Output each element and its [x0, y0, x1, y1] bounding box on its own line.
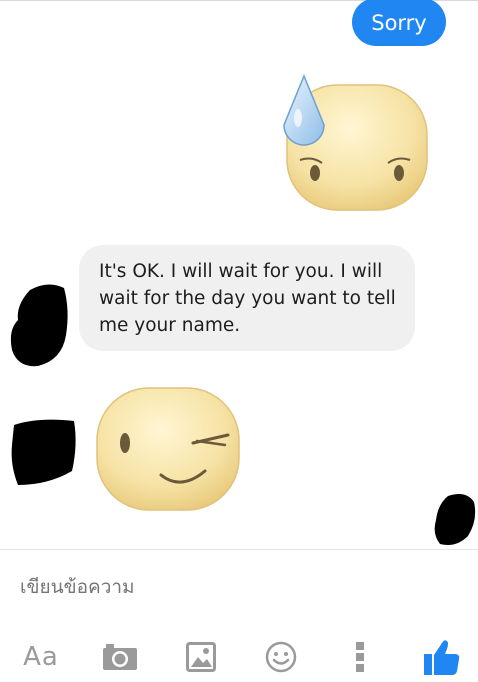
sweat-drop-sticker[interactable]: [280, 70, 430, 215]
incoming-message-text: It's OK. I will wait for you. I will wai…: [99, 261, 396, 336]
gallery-button[interactable]: [176, 632, 226, 682]
emoji-button[interactable]: [256, 632, 306, 682]
redacted-avatar: [11, 419, 76, 485]
camera-icon: [103, 644, 137, 670]
redacted-avatar: [10, 284, 68, 367]
image-icon: [186, 642, 216, 672]
more-options-button[interactable]: [340, 632, 380, 682]
message-input[interactable]: [20, 572, 420, 602]
more-icon: [356, 642, 364, 672]
text-mode-label: Aa: [23, 642, 59, 672]
composer-toolbar: Aa: [0, 632, 478, 682]
camera-button[interactable]: [95, 632, 145, 682]
text-mode-button[interactable]: Aa: [14, 632, 68, 682]
emoji-icon: [265, 641, 297, 673]
composer-divider: [0, 549, 478, 550]
thumbs-up-icon: [424, 640, 460, 675]
wink-sticker[interactable]: [93, 383, 243, 513]
outgoing-message-bubble[interactable]: Sorry: [352, 0, 446, 46]
like-button[interactable]: [414, 632, 470, 682]
redacted-avatar: [434, 494, 476, 545]
incoming-message-bubble[interactable]: It's OK. I will wait for you. I will wai…: [79, 245, 415, 351]
outgoing-message-text: Sorry: [371, 11, 427, 35]
